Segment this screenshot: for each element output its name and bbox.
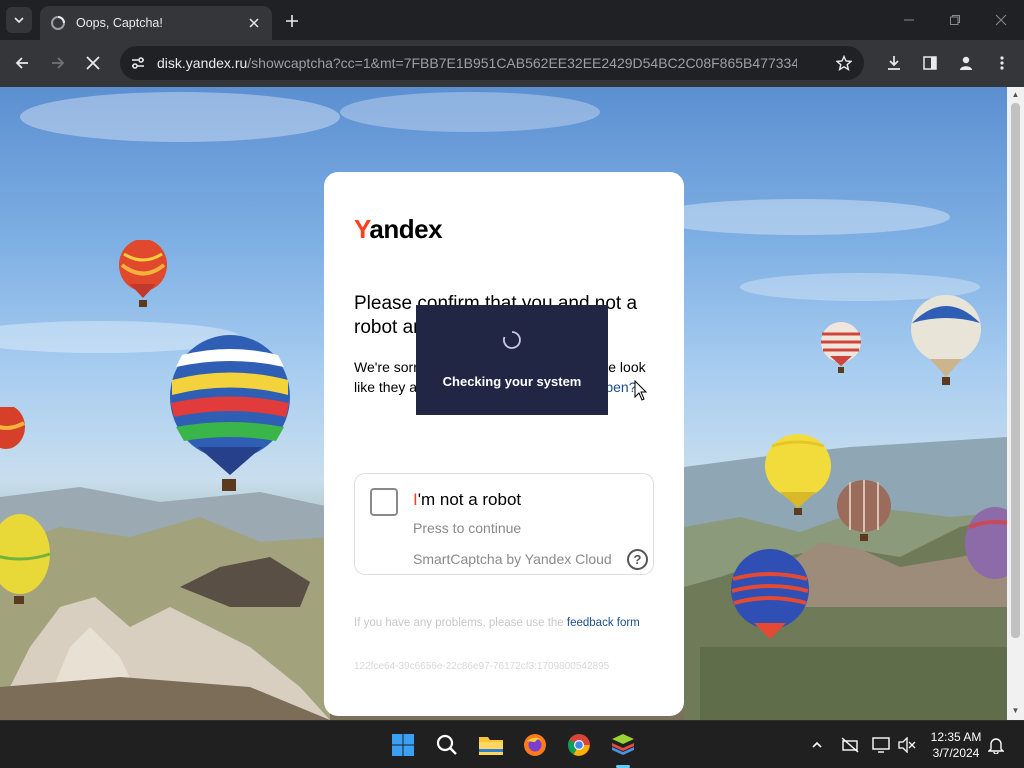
back-button[interactable] [9,50,35,76]
scroll-down-arrow-icon[interactable]: ▼ [1011,706,1020,716]
tab-active[interactable]: Oops, Captcha! [40,6,272,40]
chevron-up-icon[interactable] [807,735,827,755]
download-icon [888,56,900,70]
clock-date: 3/7/2024 [932,746,980,760]
volume-muted-icon[interactable] [897,735,917,755]
loading-icon [50,15,66,31]
feedback-link[interactable]: feedback form [567,617,640,629]
url-text: disk.yandex.ru/showcaptcha?cc=1&mt=7FBB7… [157,55,797,71]
restore-icon [950,15,960,25]
help-icon[interactable]: ? [627,549,648,570]
balloon-red-edge [0,407,25,449]
more-menu-button[interactable] [989,50,1015,76]
minimize-button[interactable] [896,8,922,32]
tab-search-button[interactable] [6,7,32,33]
balloon-brown [837,480,891,541]
balloon-yellow-left [0,514,51,604]
balloon-multicolor-large [170,335,290,491]
windows-start-icon[interactable] [389,731,417,759]
tab-title: Oops, Captcha! [76,16,163,30]
chrome-icon[interactable] [565,731,593,759]
back-arrow-icon [15,57,28,69]
clock-time: 12:35 AM [930,730,982,744]
yandex-logo: Yandex [354,214,443,244]
system-clock[interactable]: 12:35 AM 3/7/2024 [928,729,984,761]
url-path: /showcaptcha?cc=1&mt=7FBB7E1B951CAB562EE… [247,55,797,71]
captcha-card: Yandex Please confirm that you and not a… [324,172,684,716]
restore-button[interactable] [942,8,968,32]
network-off-icon[interactable] [840,735,860,755]
download-button[interactable] [881,50,907,76]
balloon-purple-edge [965,507,1007,579]
mouse-cursor-icon [634,380,648,401]
bluestacks-icon[interactable] [609,731,637,759]
problems-text: If you have any problems, please use the [354,617,567,629]
spinner-icon [503,331,521,349]
file-explorer-icon[interactable] [477,731,505,759]
chevron-down-icon [14,17,24,24]
checking-overlay: Checking your system [416,305,608,415]
close-icon[interactable] [246,15,262,31]
not-robot-checkbox[interactable] [370,488,398,516]
smartcaptcha-widget[interactable]: I'm not a robot Press to continue SmartC… [354,473,654,575]
notification-bell-icon[interactable] [986,735,1006,755]
profile-icon [960,56,972,70]
forward-button[interactable] [45,50,71,76]
url-domain: disk.yandex.ru [157,55,248,71]
problems-note: If you have any problems, please use the… [354,615,654,631]
plus-icon [286,15,298,27]
display-icon[interactable] [871,735,891,755]
balloon-blue-striped [731,549,809,639]
windows-taskbar: 12:35 AM 3/7/2024 [0,720,1024,768]
minimize-icon [904,19,914,21]
window-close-icon [995,14,1007,26]
scroll-up-arrow-icon[interactable]: ▲ [1011,90,1020,100]
balloon-yellow-right [765,434,831,515]
request-id: 122fce64-39c6656e-22c86e97-76172cf3:1709… [354,661,610,672]
profile-button[interactable] [953,50,979,76]
balloon-pink-small [821,322,861,373]
tab-strip: Oops, Captcha! [0,0,1024,40]
window-close-button[interactable] [988,8,1014,32]
stop-button[interactable] [80,50,106,76]
address-bar[interactable]: disk.yandex.ru/showcaptcha?cc=1&mt=7FBB7… [120,46,864,80]
side-panel-icon [923,56,937,70]
star-icon[interactable] [834,53,854,73]
page-scrollbar[interactable]: ▲ ▼ [1007,87,1024,720]
not-robot-label[interactable]: I'm not a robot [413,490,521,510]
balloon-blue-white [911,295,981,385]
new-tab-button[interactable] [280,9,304,33]
stop-icon [86,56,100,70]
press-to-continue-text: Press to continue [413,520,522,536]
scroll-thumb[interactable] [1011,103,1020,638]
firefox-icon[interactable] [521,731,549,759]
checking-text: Checking your system [442,374,582,389]
site-settings-icon[interactable] [128,53,148,73]
balloon-red-small [119,240,167,307]
search-icon[interactable] [433,731,461,759]
more-menu-icon [1000,56,1004,70]
forward-arrow-icon [52,57,65,69]
provider-label: SmartCaptcha by Yandex Cloud [413,551,612,567]
page-viewport: Yandex Please confirm that you and not a… [0,87,1007,720]
side-panel-button[interactable] [917,50,943,76]
